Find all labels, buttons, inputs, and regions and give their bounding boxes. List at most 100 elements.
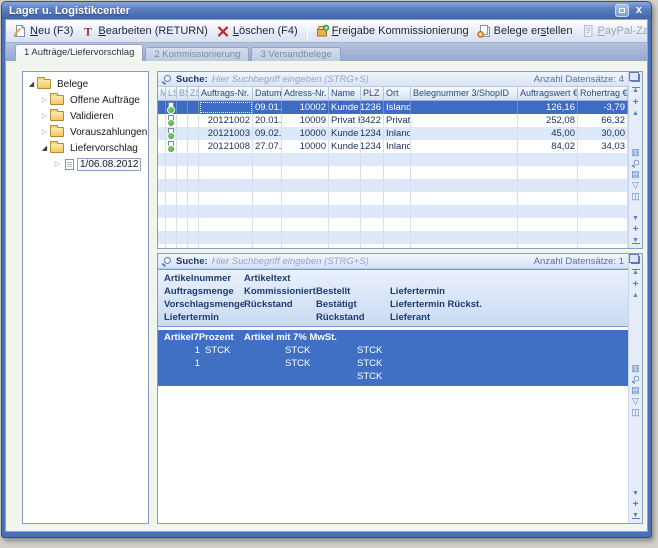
delivery-note-status-icon (168, 102, 174, 113)
tree-item-3[interactable]: ▷Validieren (23, 108, 148, 124)
cell-plz (361, 153, 384, 166)
cell-datum: 20.01. (253, 114, 282, 127)
column-header-7[interactable]: Adress-Nr. (282, 87, 329, 100)
bearbeiten-button[interactable]: TBearbeiten (RETURN) (78, 22, 212, 40)
collapsed-arrow-icon[interactable]: ▷ (52, 160, 63, 168)
column-settings-icon[interactable]: ▥ (630, 363, 642, 374)
collapsed-arrow-icon[interactable]: ▷ (39, 128, 50, 136)
expanded-arrow-icon[interactable]: ◢ (39, 144, 50, 152)
copy-record-icon[interactable]: ◫ (630, 191, 642, 202)
tree-item-5[interactable]: ◢Liefervorschlag (23, 140, 148, 156)
scroll-up-icon[interactable]: ▲ (630, 108, 642, 119)
positions-search-input[interactable] (212, 256, 530, 267)
append-record-icon[interactable]: + (630, 224, 642, 235)
column-header-9[interactable]: PLZ (361, 87, 384, 100)
orders-search-input[interactable] (212, 74, 530, 85)
scroll-down-icon[interactable]: ▼ (630, 213, 642, 224)
record-value-cell: STCK (316, 344, 390, 357)
column-header-2[interactable]: LS (166, 87, 177, 100)
cell-wert (518, 166, 578, 179)
cell-plz: 1236 (361, 101, 384, 114)
tree-item-1[interactable]: ◢Belege (23, 76, 148, 92)
scroll-down-icon[interactable]: ▼ (630, 488, 642, 499)
cell-m (158, 218, 166, 231)
belege-erstellen-button[interactable]: Belege erstellen (474, 22, 578, 40)
paypal-document-icon (581, 24, 595, 38)
column-chooser-icon[interactable] (631, 74, 640, 82)
table-row[interactable]: 09.01.10002Kunde1236Island126,16-3,79 (158, 101, 628, 114)
tree-item-2[interactable]: ▷Offene Aufträge (23, 92, 148, 108)
tree-item-4[interactable]: ▷Vorauszahlungen (23, 124, 148, 140)
scroll-up-icon[interactable]: ▲ (630, 290, 642, 301)
column-chooser-icon[interactable] (631, 256, 640, 264)
cell-wert (518, 153, 578, 166)
loeschen-button[interactable]: Löschen (F4) (213, 22, 303, 40)
insert-record-icon[interactable]: + (630, 279, 642, 290)
value-number (244, 344, 280, 357)
copy-record-icon[interactable]: ◫ (630, 407, 642, 418)
column-header-1[interactable]: M (158, 87, 166, 100)
header-label: Liefertermin (390, 285, 628, 298)
scroll-bottom-icon[interactable]: ▼ (630, 235, 642, 246)
cell-datum (253, 192, 282, 205)
cell-plz: 1234 (361, 127, 384, 140)
selected-position-record[interactable]: Artikel7ProzentArtikel mit 7% MwSt.1STCK… (158, 330, 628, 386)
table-row[interactable]: 2012100220.01.10009Privat H3422Privat252… (158, 114, 628, 127)
cell-datum (253, 244, 282, 248)
scroll-top-icon[interactable]: ▲ (630, 86, 642, 97)
expanded-arrow-icon[interactable]: ◢ (26, 80, 37, 88)
column-header-10[interactable]: Ort (384, 87, 411, 100)
cell-auftrag (199, 153, 253, 166)
cell-datum (253, 231, 282, 244)
view-details-icon[interactable]: ▤ (630, 385, 642, 396)
maximize-button[interactable] (615, 4, 629, 17)
column-header-5[interactable]: Auftrags-Nr. (199, 87, 253, 100)
positions-search-label: Suche: (176, 256, 208, 267)
cell-name: Kunde (329, 140, 361, 153)
close-button[interactable]: x (634, 4, 644, 17)
column-header-11[interactable]: Belegnummer 3/ShopID (411, 87, 518, 100)
cell-bs (177, 127, 188, 140)
insert-record-icon[interactable]: + (630, 97, 642, 108)
append-record-icon[interactable]: + (630, 499, 642, 510)
freigabe-kommissionierung-button[interactable]: Freigabe Kommissionierung (312, 22, 474, 40)
tab-1[interactable]: 1 Aufträge/Liefervorschlag (15, 44, 143, 61)
cell-name (329, 205, 361, 218)
search-records-icon[interactable] (630, 158, 642, 169)
orders-search-bar: Suche:Anzahl Datensätze: 4 (158, 72, 628, 87)
tab-2[interactable]: 2 Kommissionierung (145, 47, 249, 61)
table-row[interactable]: 2012100827.07.10000Kunde1234Inland84,023… (158, 140, 628, 153)
cell-rohertrag (578, 218, 628, 231)
cell-rohertrag (578, 179, 628, 192)
value-number: 1 (164, 344, 200, 357)
cell-m (158, 140, 166, 153)
collapsed-arrow-icon[interactable]: ▷ (39, 112, 50, 120)
neu-button[interactable]: Neu (F3) (10, 22, 78, 40)
cell-beleg (411, 127, 518, 140)
cell-auftrag (199, 231, 253, 244)
column-header-3[interactable]: BS (177, 87, 188, 100)
record-value-row-3: STCK (158, 370, 628, 383)
view-details-icon[interactable]: ▤ (630, 169, 642, 180)
value-unit: STCK (357, 357, 382, 370)
tree-item-6[interactable]: ▷1/06.08.2012 (23, 156, 148, 172)
table-row[interactable]: 2012100309.02.10000Kunde1234Inland45,003… (158, 127, 628, 140)
column-header-13[interactable]: Rohertrag € (578, 87, 628, 100)
column-header-4[interactable]: ZS (188, 87, 199, 100)
column-header-8[interactable]: Name (329, 87, 361, 100)
column-settings-icon[interactable]: ▥ (630, 147, 642, 158)
cell-ls (166, 140, 177, 153)
cell-rohertrag (578, 153, 628, 166)
column-header-6[interactable]: Datum (253, 87, 282, 100)
cell-ls (166, 205, 177, 218)
collapsed-arrow-icon[interactable]: ▷ (39, 96, 50, 104)
filter-icon[interactable]: ▽ (630, 180, 642, 191)
search-records-icon[interactable] (630, 374, 642, 385)
scroll-top-icon[interactable]: ▲ (630, 268, 642, 279)
delivery-note-status-icon (168, 115, 174, 126)
scroll-bottom-icon[interactable]: ▼ (630, 510, 642, 521)
column-header-12[interactable]: Auftragswert € (518, 87, 578, 100)
tab-3[interactable]: 3 Versandbelege (251, 47, 340, 61)
filter-icon[interactable]: ▽ (630, 396, 642, 407)
header-label: Auftragsmenge (164, 285, 244, 298)
